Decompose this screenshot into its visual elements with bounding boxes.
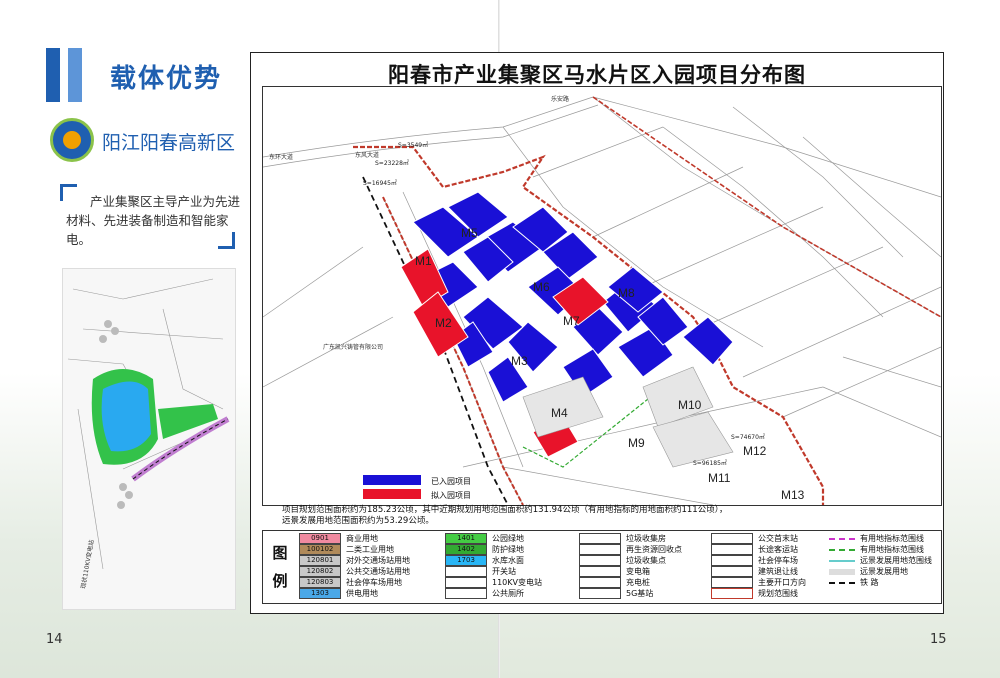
plot-label-m5: M5 bbox=[461, 226, 478, 240]
page-number-right: 15 bbox=[930, 632, 947, 647]
area-label-2: S=23228㎡ bbox=[375, 159, 409, 167]
legend-item: 1402 防护绿地 bbox=[445, 544, 524, 555]
legend-item: 有用地指标范围线 bbox=[829, 533, 924, 544]
map-notes: 项目规划范围面积约为185.23公顷，其中近期规划用地范围面积约131.94公顷… bbox=[282, 505, 922, 527]
legend-item: 1401 公园绿地 bbox=[445, 533, 524, 544]
in-park-legend-label: 已入园项目 bbox=[431, 477, 471, 486]
road-label-group: 东环大道 东风大道 乐安路 bbox=[269, 95, 569, 161]
note-line-2: 远景发展用地范围面积约为53.29公顷。 bbox=[282, 516, 434, 526]
quote-bracket-bottom bbox=[218, 232, 235, 249]
intro-text: 产业集聚区主导产业为先进材料、先进装备制造和智能家电。 bbox=[66, 194, 241, 247]
reservoir-minimap: 现状110KV变电站 bbox=[62, 268, 236, 610]
planned-legend-label: 拟入园项目 bbox=[431, 490, 471, 500]
road-label-3: 乐安路 bbox=[551, 95, 569, 103]
legend-item: 充电桩 bbox=[579, 577, 650, 588]
minimap-drawing: 现状110KV变电站 bbox=[67, 278, 230, 589]
plot-label-m3: M3 bbox=[511, 354, 528, 368]
legend-item: 1303 供电用地 bbox=[299, 588, 378, 599]
plot-label-m6: M6 bbox=[533, 280, 550, 294]
plot-label-m10: M10 bbox=[678, 398, 702, 412]
section-title: 载体优势 bbox=[110, 64, 223, 94]
company-label: 广东凯兴铸管有限公司 bbox=[323, 343, 383, 351]
legend-item: 远景发展用地 bbox=[829, 566, 908, 577]
legend-item: 远景发展用地范围线 bbox=[829, 555, 932, 566]
road-label-1: 东环大道 bbox=[269, 153, 293, 161]
legend-item: 再生资源回收点 bbox=[579, 544, 682, 555]
plot-label-m13: M13 bbox=[781, 488, 805, 502]
legend-item: 1703 水库水面 bbox=[445, 555, 524, 566]
map-title: 阳春市产业集聚区马水片区入园项目分布图 bbox=[388, 63, 806, 87]
legend-heading: 图例 bbox=[272, 544, 288, 590]
legend-box: 图例 0901 商业用地 100102 二类工业用地 120801 对外交通场站用地 … bbox=[262, 530, 942, 604]
green-strip bbox=[158, 404, 218, 439]
distribution-map: M1 M2 M3 M4 M5 M6 M7 M8 M9 M10 M11 M12 M… bbox=[262, 86, 942, 506]
plot-label-m4: M4 bbox=[551, 406, 568, 420]
legend-item: 长途客运站 bbox=[711, 544, 798, 555]
zone-name: 阳江阳春高新区 bbox=[102, 132, 236, 154]
legend-item: 变电箱 bbox=[579, 566, 650, 577]
legend-item: 垃圾收集房 bbox=[579, 533, 666, 544]
plot-label-m8: M8 bbox=[618, 286, 635, 300]
plot-label-m7: M7 bbox=[563, 314, 580, 328]
page-number-left: 14 bbox=[46, 632, 63, 647]
legend-item: 规划范围线 bbox=[711, 588, 798, 599]
legend-item: 120801 对外交通场站用地 bbox=[299, 555, 410, 566]
plot-label-m12: M12 bbox=[743, 444, 767, 458]
reservoir-water bbox=[101, 381, 151, 452]
note-line-1: 项目规划范围面积约为185.23公顷，其中近期规划用地范围面积约131.94公顷… bbox=[282, 505, 728, 515]
area-label-1: S=3549㎡ bbox=[398, 141, 428, 149]
legend-item: 5G基站 bbox=[579, 588, 653, 599]
plot-label-m9: M9 bbox=[628, 436, 645, 450]
area-label-5: S=96185㎡ bbox=[693, 459, 727, 467]
title-bar-decoration bbox=[46, 48, 60, 102]
legend-item: 铁 路 bbox=[829, 577, 879, 588]
substation-label: 现状110KV变电站 bbox=[79, 539, 95, 589]
planned-swatch bbox=[363, 489, 421, 499]
legend-item: 有用地指标范围线 bbox=[829, 544, 924, 555]
legend-item: 110KV变电站 bbox=[445, 577, 542, 588]
legend-item: 公交首末站 bbox=[711, 533, 798, 544]
legend-item: 公共厕所 bbox=[445, 588, 524, 599]
legend-item: 社会停车场 bbox=[711, 555, 798, 566]
legend-item: 开关站 bbox=[445, 566, 516, 577]
legend-item: 120802 公共交通场站用地 bbox=[299, 566, 410, 577]
plot-label-m11: M11 bbox=[708, 471, 731, 485]
map-svg: M1 M2 M3 M4 M5 M6 M7 M8 M9 M10 M11 M12 M… bbox=[263, 95, 941, 505]
gear-logo-icon bbox=[50, 118, 94, 162]
legend-item: 120803 社会停车场用地 bbox=[299, 577, 402, 588]
legend-item: 0901 商业用地 bbox=[299, 533, 378, 544]
area-label-3: S=16945㎡ bbox=[363, 179, 397, 187]
plot-label-m1: M1 bbox=[415, 254, 432, 268]
legend-item: 100102 二类工业用地 bbox=[299, 544, 394, 555]
legend-item: 建筑退让线 bbox=[711, 566, 798, 577]
legend-item: 垃圾收集点 bbox=[579, 555, 666, 566]
road-label-2: 东风大道 bbox=[355, 151, 379, 159]
area-label-4: S=74670㎡ bbox=[731, 433, 765, 441]
plot-label-m2: M2 bbox=[435, 316, 452, 330]
legend-item: 主要开口方向 bbox=[711, 577, 806, 588]
in-park-swatch bbox=[363, 475, 421, 485]
title-bar-decoration-2 bbox=[68, 48, 82, 102]
planned-plots bbox=[400, 248, 609, 458]
